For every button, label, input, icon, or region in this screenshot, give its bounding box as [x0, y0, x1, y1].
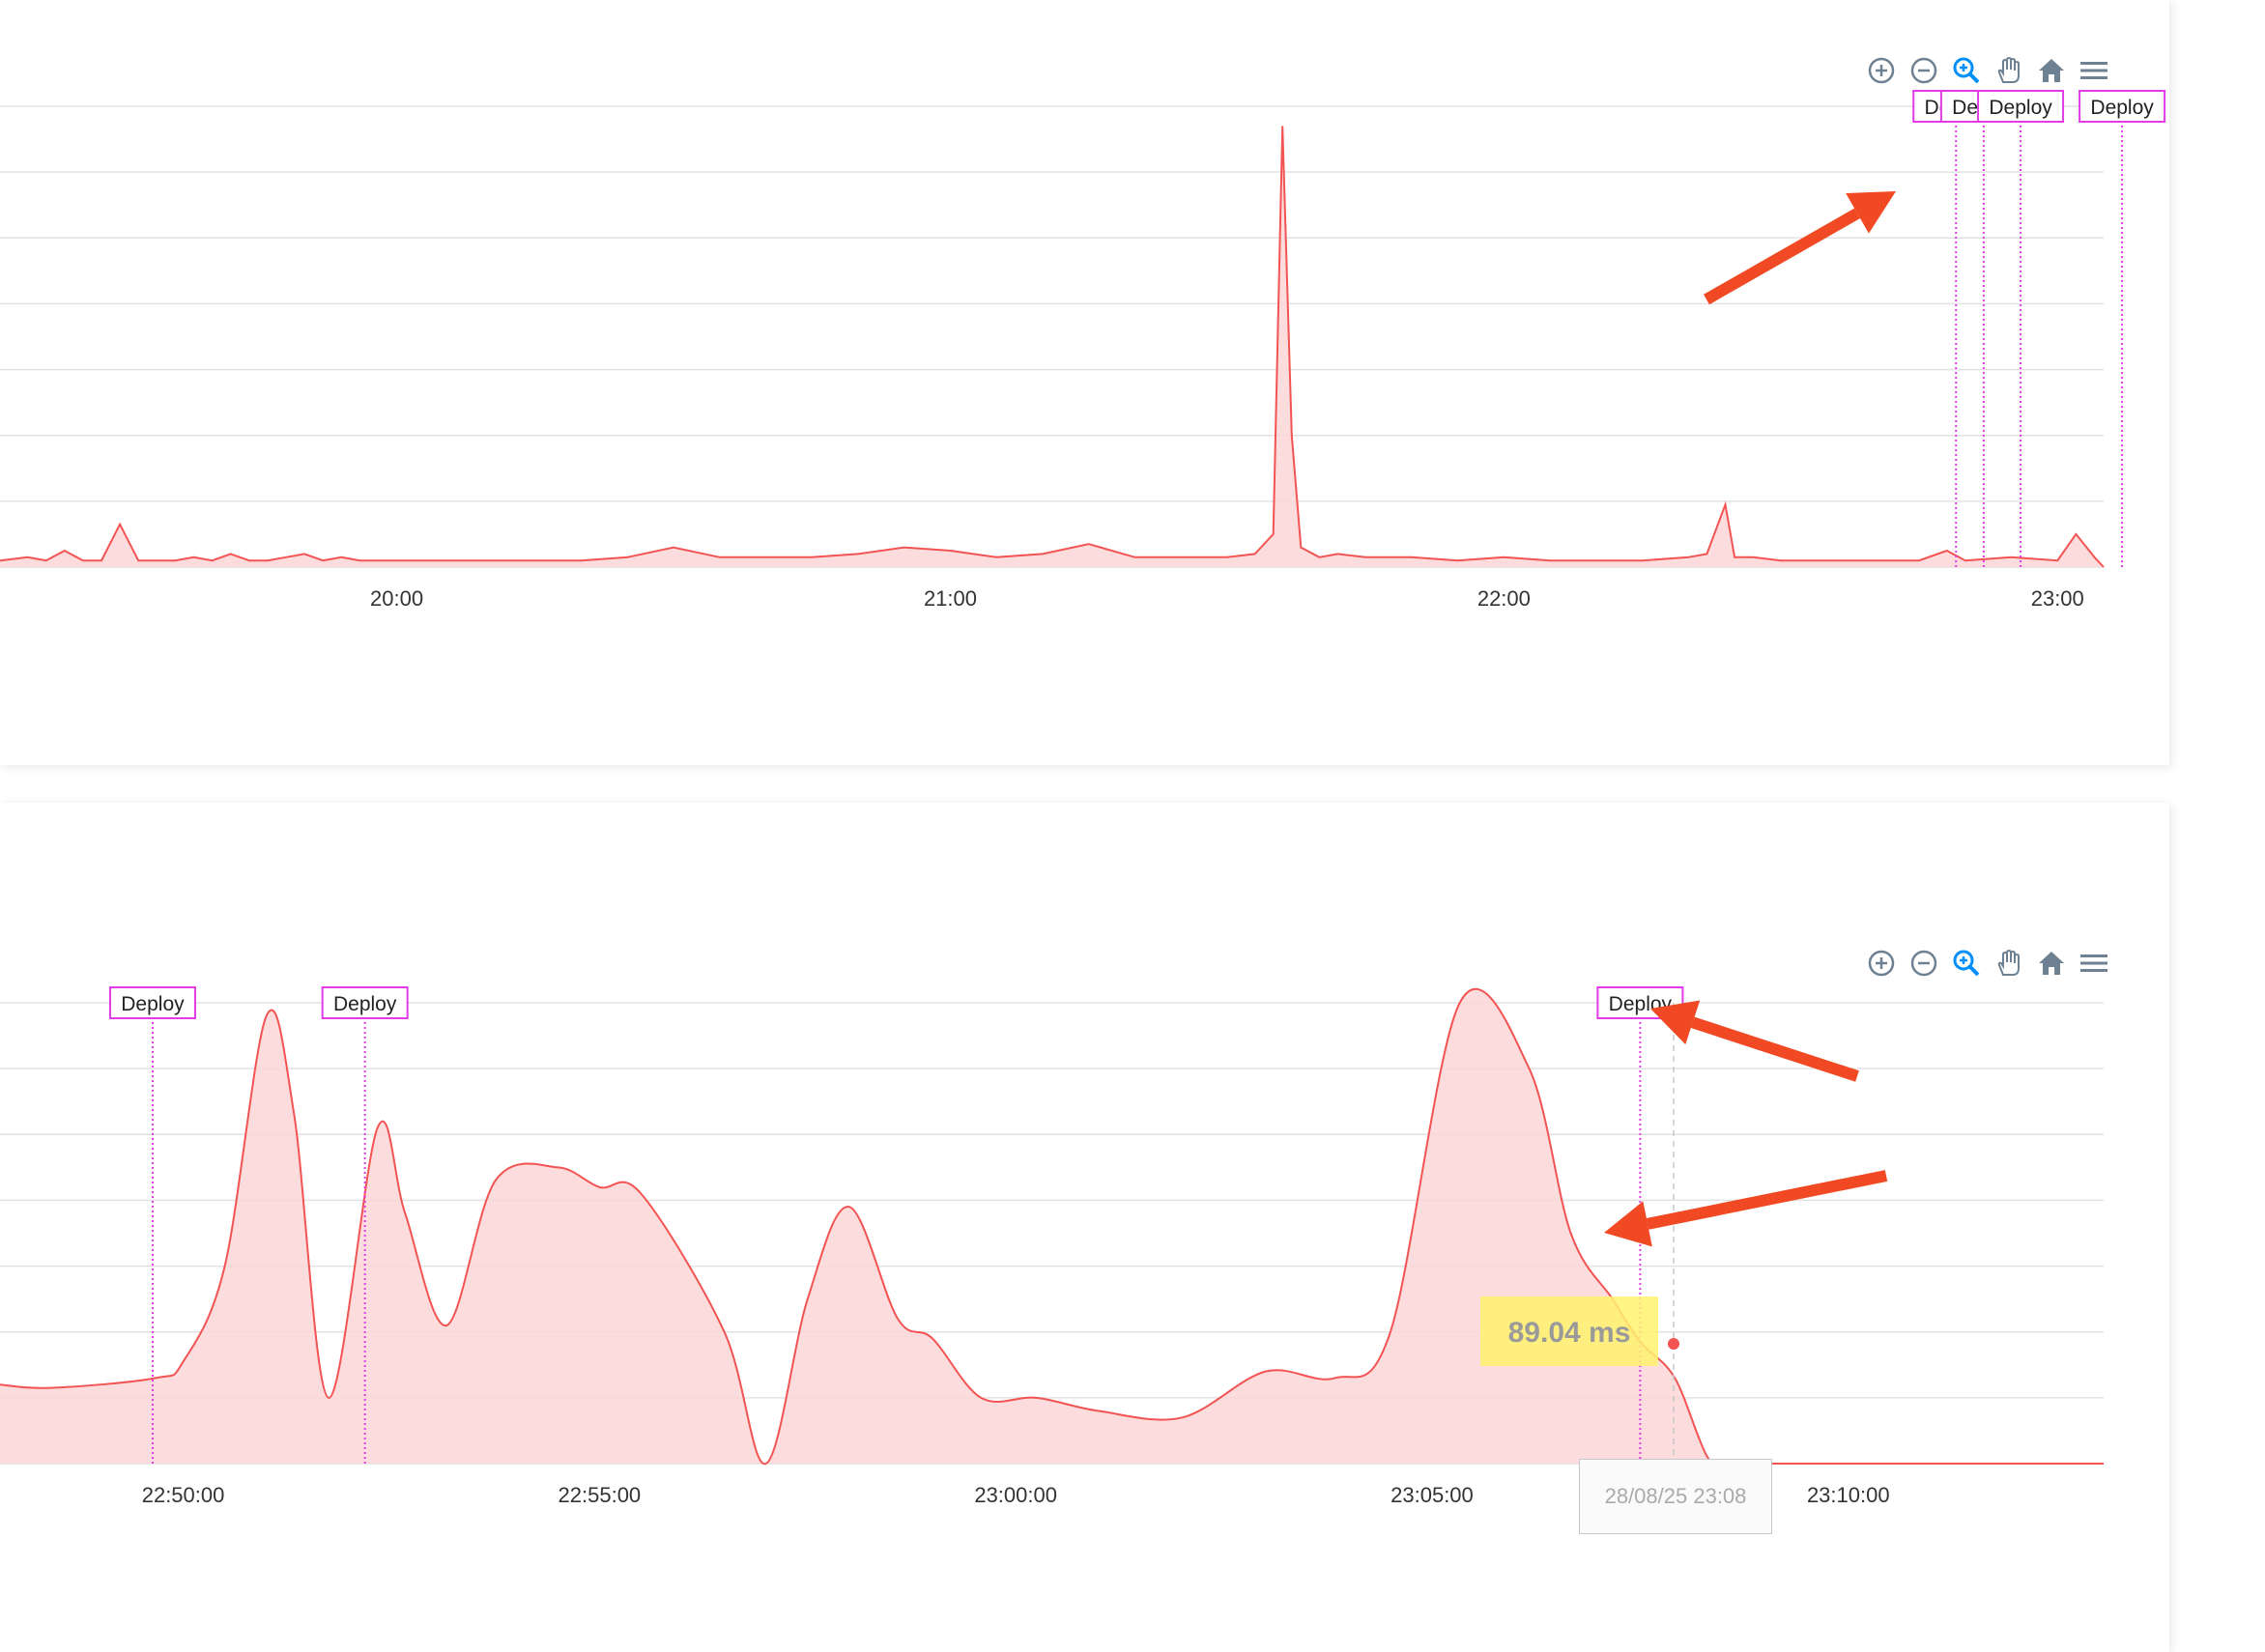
- annotation-label: Deploy: [2090, 97, 2154, 119]
- x-tick-label: 22:50:00: [142, 1483, 225, 1507]
- x-tick-label: 22:00: [1477, 586, 1531, 611]
- deploy-annotation[interactable]: Deploy: [1912, 90, 2000, 567]
- x-tick-label: 23:00:00: [974, 1483, 1057, 1507]
- latency-chart-overview[interactable]: 20:0021:0022:0023:00DeployDeployDeployDe…: [0, 0, 2265, 676]
- deploy-annotation[interactable]: Deploy: [1939, 90, 2027, 567]
- x-axis-tooltip: 28/08/25 23:08: [1579, 1459, 1772, 1534]
- series-area: [0, 988, 2104, 1468]
- annotation-label: Deploy: [1989, 97, 2052, 119]
- latency-chart-detail[interactable]: 22:50:00 22:55:00 23:00:00 23:05:00 23:10:00…: [0, 803, 2265, 1507]
- annotation-label: Deploy: [121, 993, 185, 1015]
- x-tick-label: 23:10:00: [1807, 1483, 1890, 1507]
- hover-marker: [1668, 1338, 1679, 1350]
- grid: [0, 105, 2104, 568]
- annotation-label: Deploy: [333, 993, 397, 1015]
- x-tick-label: 23:00: [2031, 586, 2084, 611]
- x-tick-label: 23:05:00: [1391, 1483, 1474, 1507]
- value-tooltip-label: 89.04 ms: [1508, 1317, 1631, 1349]
- x-tick-label: 22:55:00: [559, 1483, 642, 1507]
- x-tick-label: 20:00: [370, 586, 423, 611]
- deploy-annotation[interactable]: Deploy: [1977, 90, 2065, 567]
- annotation-label: Deploy: [1609, 993, 1673, 1015]
- deploy-annotation[interactable]: Deploy: [2079, 90, 2166, 567]
- x-tick-label: 21:00: [924, 586, 977, 611]
